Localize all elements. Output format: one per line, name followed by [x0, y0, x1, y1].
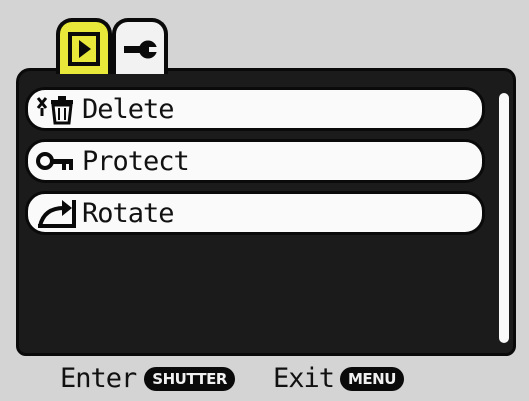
- delete-icon: [32, 91, 80, 127]
- rotate-icon: [32, 195, 80, 231]
- scrollbar[interactable]: [499, 93, 509, 343]
- menu-item-protect[interactable]: Protect: [25, 139, 485, 183]
- play-icon: [68, 32, 100, 66]
- shutter-button-badge: SHUTTER: [144, 366, 235, 391]
- menu-item-label: Delete: [82, 93, 175, 125]
- menu-panel: Delete Protect Rotate: [16, 68, 516, 356]
- enter-hint-label: Enter: [60, 363, 137, 394]
- wrench-icon: [124, 40, 159, 59]
- key-icon: [32, 143, 80, 179]
- menu-item-label: Rotate: [82, 197, 175, 229]
- tab-playback[interactable]: [56, 18, 112, 74]
- menu-item-label: Protect: [82, 145, 190, 177]
- menu-item-rotate[interactable]: Rotate: [25, 191, 485, 235]
- tab-setup[interactable]: [112, 18, 168, 74]
- menu-button-badge: MENU: [339, 366, 404, 391]
- exit-hint-label: Exit: [272, 363, 335, 394]
- menu-item-delete[interactable]: Delete: [25, 87, 485, 131]
- tab-bar: [56, 18, 206, 74]
- footer-hints: Enter SHUTTER Exit MENU: [0, 356, 529, 401]
